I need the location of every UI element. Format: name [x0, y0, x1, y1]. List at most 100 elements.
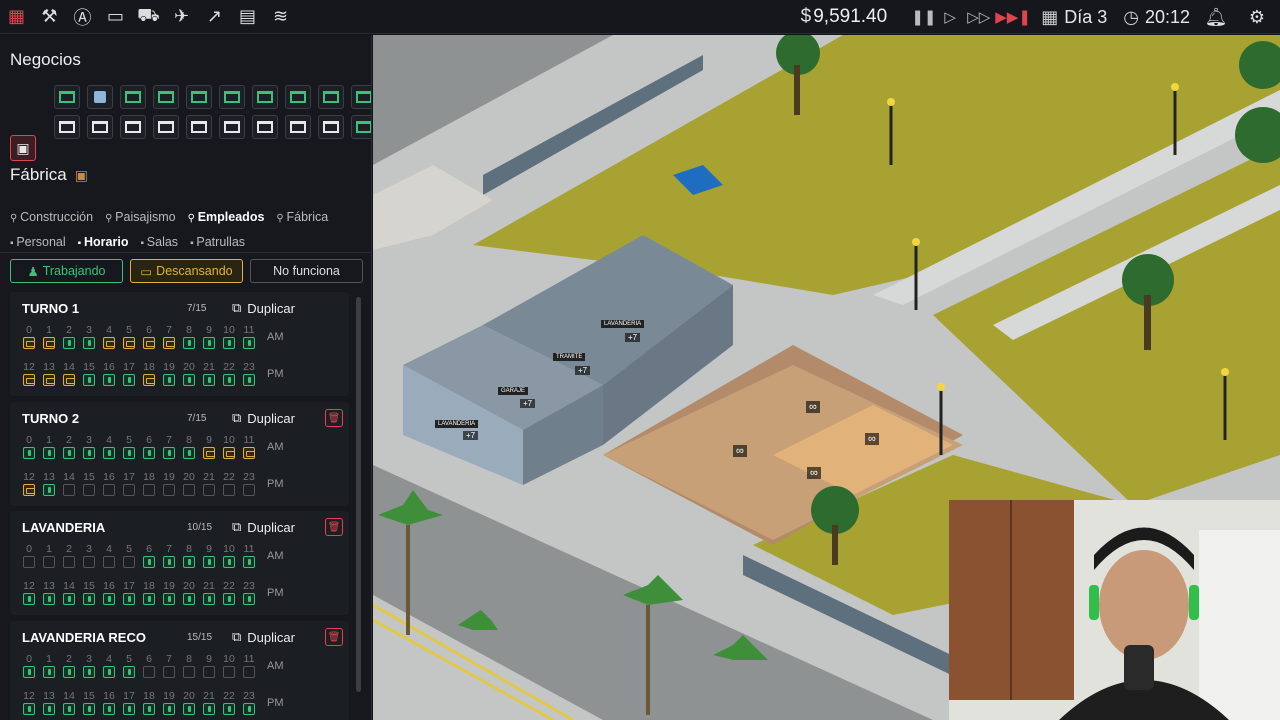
business-slot[interactable]	[153, 85, 179, 109]
pause-button[interactable]: ❚❚	[911, 8, 936, 26]
hour-slot[interactable]	[223, 447, 235, 459]
hour-slot[interactable]	[43, 447, 55, 459]
hour-slot[interactable]	[83, 593, 95, 605]
business-slot[interactable]	[186, 115, 212, 139]
duplicate-button[interactable]: ⧉ Duplicar	[232, 629, 295, 645]
hour-slot[interactable]	[203, 374, 215, 386]
business-slot[interactable]	[87, 85, 113, 109]
hour-slot[interactable]	[183, 666, 195, 678]
hour-slot[interactable]	[183, 556, 195, 568]
hour-slot[interactable]	[83, 556, 95, 568]
hour-slot[interactable]	[83, 703, 95, 715]
hour-slot[interactable]	[223, 556, 235, 568]
business-slot[interactable]	[186, 85, 212, 109]
business-slot[interactable]	[54, 115, 80, 139]
duplicate-button[interactable]: ⧉ Duplicar	[232, 410, 295, 426]
hour-slot[interactable]	[103, 703, 115, 715]
gear-icon[interactable]: ⚙	[1242, 0, 1272, 34]
hour-slot[interactable]	[203, 484, 215, 496]
business-slot[interactable]	[54, 85, 80, 109]
hour-slot[interactable]	[23, 484, 35, 496]
duplicate-button[interactable]: ⧉ Duplicar	[232, 519, 295, 535]
hour-slot[interactable]	[163, 593, 175, 605]
hour-slot[interactable]	[183, 447, 195, 459]
duplicate-button[interactable]: ⧉ Duplicar	[232, 300, 295, 316]
hour-slot[interactable]	[63, 593, 75, 605]
hour-slot[interactable]	[23, 703, 35, 715]
font-icon[interactable]: Ⓐ	[66, 0, 99, 34]
hour-slot[interactable]	[143, 337, 155, 349]
hour-slot[interactable]	[103, 337, 115, 349]
hour-slot[interactable]	[143, 703, 155, 715]
hour-slot[interactable]	[223, 374, 235, 386]
sub-tab[interactable]: ▪ Horario	[78, 235, 129, 249]
hour-slot[interactable]	[23, 374, 35, 386]
hour-slot[interactable]	[123, 666, 135, 678]
hour-slot[interactable]	[63, 703, 75, 715]
hour-slot[interactable]	[43, 666, 55, 678]
hour-slot[interactable]	[83, 337, 95, 349]
hour-slot[interactable]	[223, 337, 235, 349]
hour-slot[interactable]	[243, 484, 255, 496]
hour-slot[interactable]	[163, 447, 175, 459]
business-slot[interactable]	[351, 85, 371, 109]
hour-slot[interactable]	[223, 703, 235, 715]
hour-slot[interactable]	[143, 484, 155, 496]
hour-slot[interactable]	[23, 337, 35, 349]
legend-not-working[interactable]: No funciona	[250, 259, 363, 283]
hour-slot[interactable]	[163, 556, 175, 568]
hour-slot[interactable]	[203, 337, 215, 349]
hour-slot[interactable]	[103, 556, 115, 568]
hour-slot[interactable]	[123, 337, 135, 349]
sub-tab[interactable]: ▪ Salas	[140, 235, 178, 249]
hour-slot[interactable]	[63, 447, 75, 459]
hour-slot[interactable]	[43, 556, 55, 568]
hour-slot[interactable]	[163, 337, 175, 349]
hour-slot[interactable]	[223, 666, 235, 678]
hour-slot[interactable]	[183, 593, 195, 605]
hour-slot[interactable]	[83, 374, 95, 386]
hour-slot[interactable]	[63, 556, 75, 568]
hour-slot[interactable]	[83, 447, 95, 459]
hour-slot[interactable]	[183, 703, 195, 715]
hour-slot[interactable]	[23, 556, 35, 568]
sub-tab[interactable]: ▪ Personal	[10, 235, 66, 249]
chart-icon[interactable]: ↗	[198, 0, 231, 34]
hour-slot[interactable]	[23, 447, 35, 459]
business-slot[interactable]	[120, 115, 146, 139]
fastest-button[interactable]: ▶▶❚	[995, 8, 1031, 26]
hour-slot[interactable]	[123, 556, 135, 568]
business-slot[interactable]	[351, 115, 371, 139]
hour-slot[interactable]	[143, 666, 155, 678]
hour-slot[interactable]	[223, 484, 235, 496]
hour-slot[interactable]	[143, 593, 155, 605]
hour-slot[interactable]	[143, 447, 155, 459]
hour-slot[interactable]	[143, 556, 155, 568]
plane-icon[interactable]: ✈	[165, 0, 198, 34]
trash-icon[interactable]: 🗑︎	[325, 518, 343, 536]
hour-slot[interactable]	[123, 484, 135, 496]
layers-icon[interactable]: ≋	[264, 0, 297, 34]
main-tab[interactable]: ⚲ Empleados	[188, 210, 265, 224]
hour-slot[interactable]	[123, 447, 135, 459]
hour-slot[interactable]	[243, 374, 255, 386]
scrollbar[interactable]	[356, 297, 361, 692]
sub-tab[interactable]: ▪ Patrullas	[190, 235, 245, 249]
hour-slot[interactable]	[163, 666, 175, 678]
hour-slot[interactable]	[243, 556, 255, 568]
hour-slot[interactable]	[163, 703, 175, 715]
hour-slot[interactable]	[103, 593, 115, 605]
hour-slot[interactable]	[43, 484, 55, 496]
business-slot[interactable]	[120, 85, 146, 109]
fast-forward-button[interactable]: ▷▷	[967, 8, 990, 26]
hour-slot[interactable]	[123, 374, 135, 386]
business-slot[interactable]	[318, 85, 344, 109]
hour-slot[interactable]	[103, 374, 115, 386]
hour-slot[interactable]	[223, 593, 235, 605]
grid-menu-icon[interactable]: ▦	[0, 0, 33, 34]
hour-slot[interactable]	[43, 337, 55, 349]
business-slot[interactable]	[252, 85, 278, 109]
hour-slot[interactable]	[203, 666, 215, 678]
business-slot[interactable]	[219, 85, 245, 109]
main-tab[interactable]: ⚲ Fábrica	[276, 210, 328, 224]
